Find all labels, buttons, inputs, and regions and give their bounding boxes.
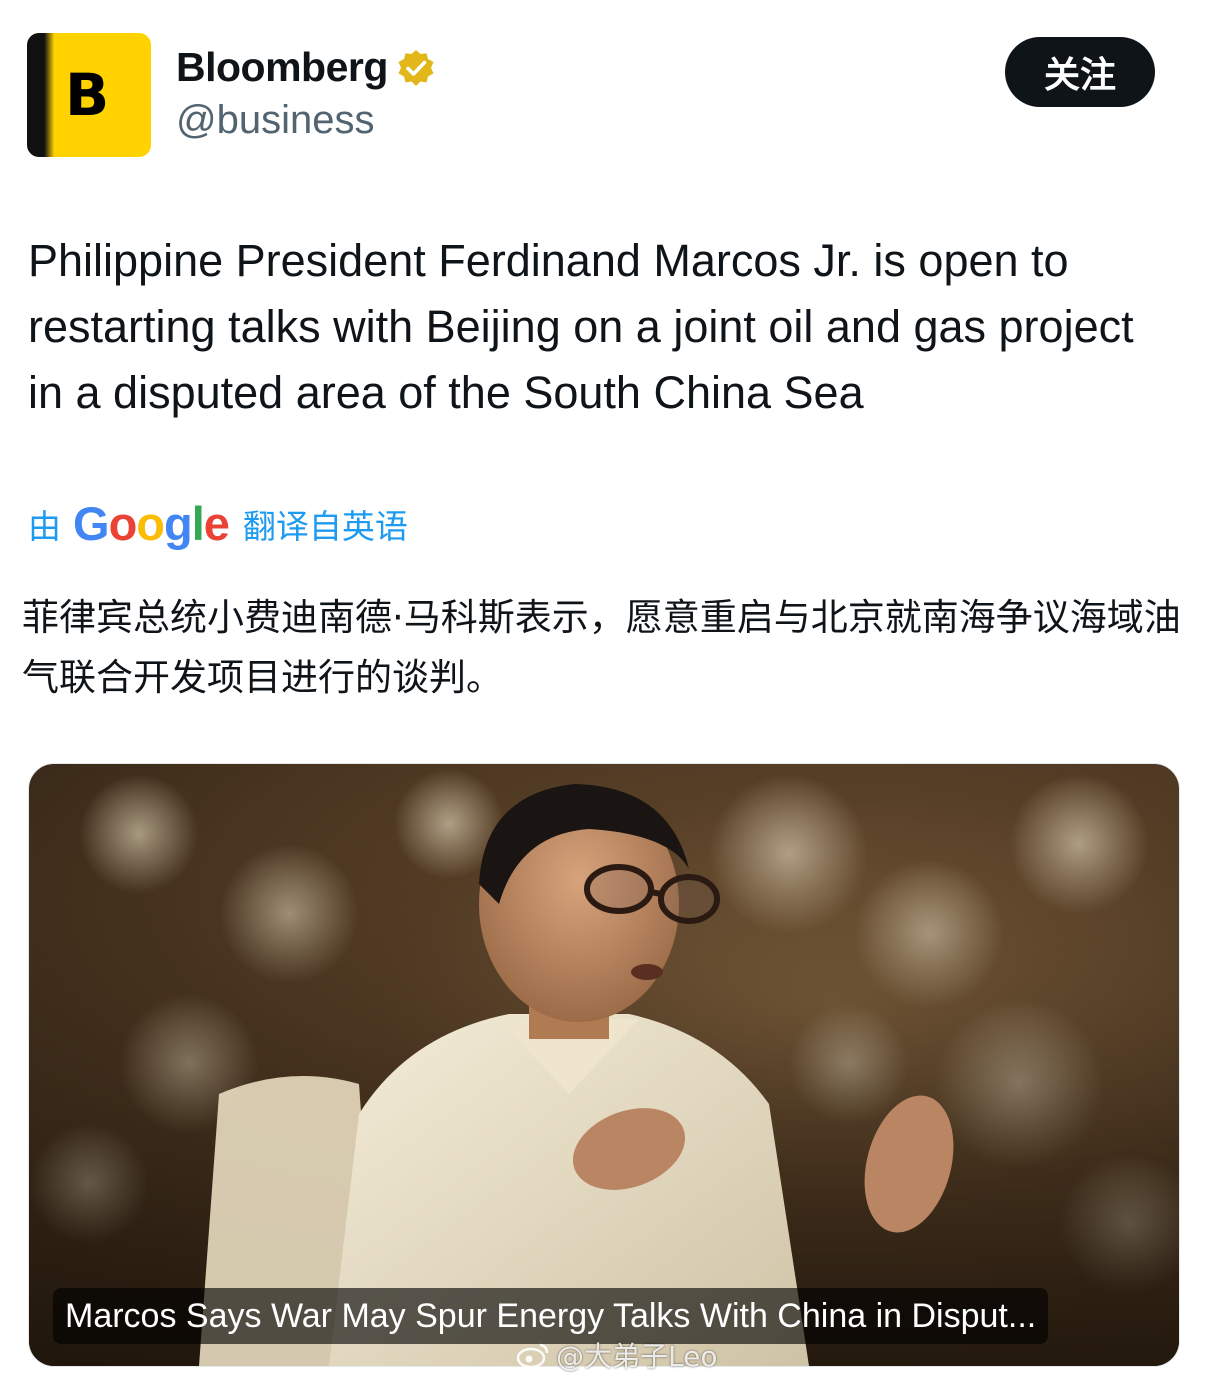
verified-badge-icon[interactable] bbox=[396, 48, 436, 88]
tweet-page: B Bloomberg @business 关注 Philippine Pres… bbox=[0, 0, 1206, 1381]
tweet-text: Philippine President Ferdinand Marcos Jr… bbox=[28, 235, 1134, 418]
media-card[interactable]: Marcos Says War May Spur Energy Talks Wi… bbox=[28, 763, 1180, 1367]
translation-prefix: 由 bbox=[28, 506, 61, 546]
watermark-text: @大弟子Leo bbox=[556, 1340, 718, 1373]
news-photo bbox=[29, 764, 1179, 1366]
author-name-row: Bloomberg bbox=[176, 44, 436, 91]
translation-attribution[interactable]: 由 Google 翻译自英语 bbox=[28, 496, 408, 551]
translation-suffix: 翻译自英语 bbox=[242, 506, 408, 546]
avatar[interactable]: B bbox=[27, 33, 151, 157]
handle[interactable]: @business bbox=[176, 98, 374, 143]
google-logo: Google bbox=[73, 497, 230, 550]
display-name[interactable]: Bloomberg bbox=[176, 44, 388, 91]
translated-text: 菲律宾总统小费迪南德·马科斯表示，愿意重启与北京就南海争议海域油气联合开发项目进… bbox=[22, 596, 1181, 699]
avatar-letter: B bbox=[65, 61, 110, 129]
follow-button[interactable]: 关注 bbox=[1005, 37, 1155, 107]
watermark: @大弟子Leo bbox=[516, 1335, 717, 1375]
weibo-icon bbox=[516, 1343, 549, 1369]
